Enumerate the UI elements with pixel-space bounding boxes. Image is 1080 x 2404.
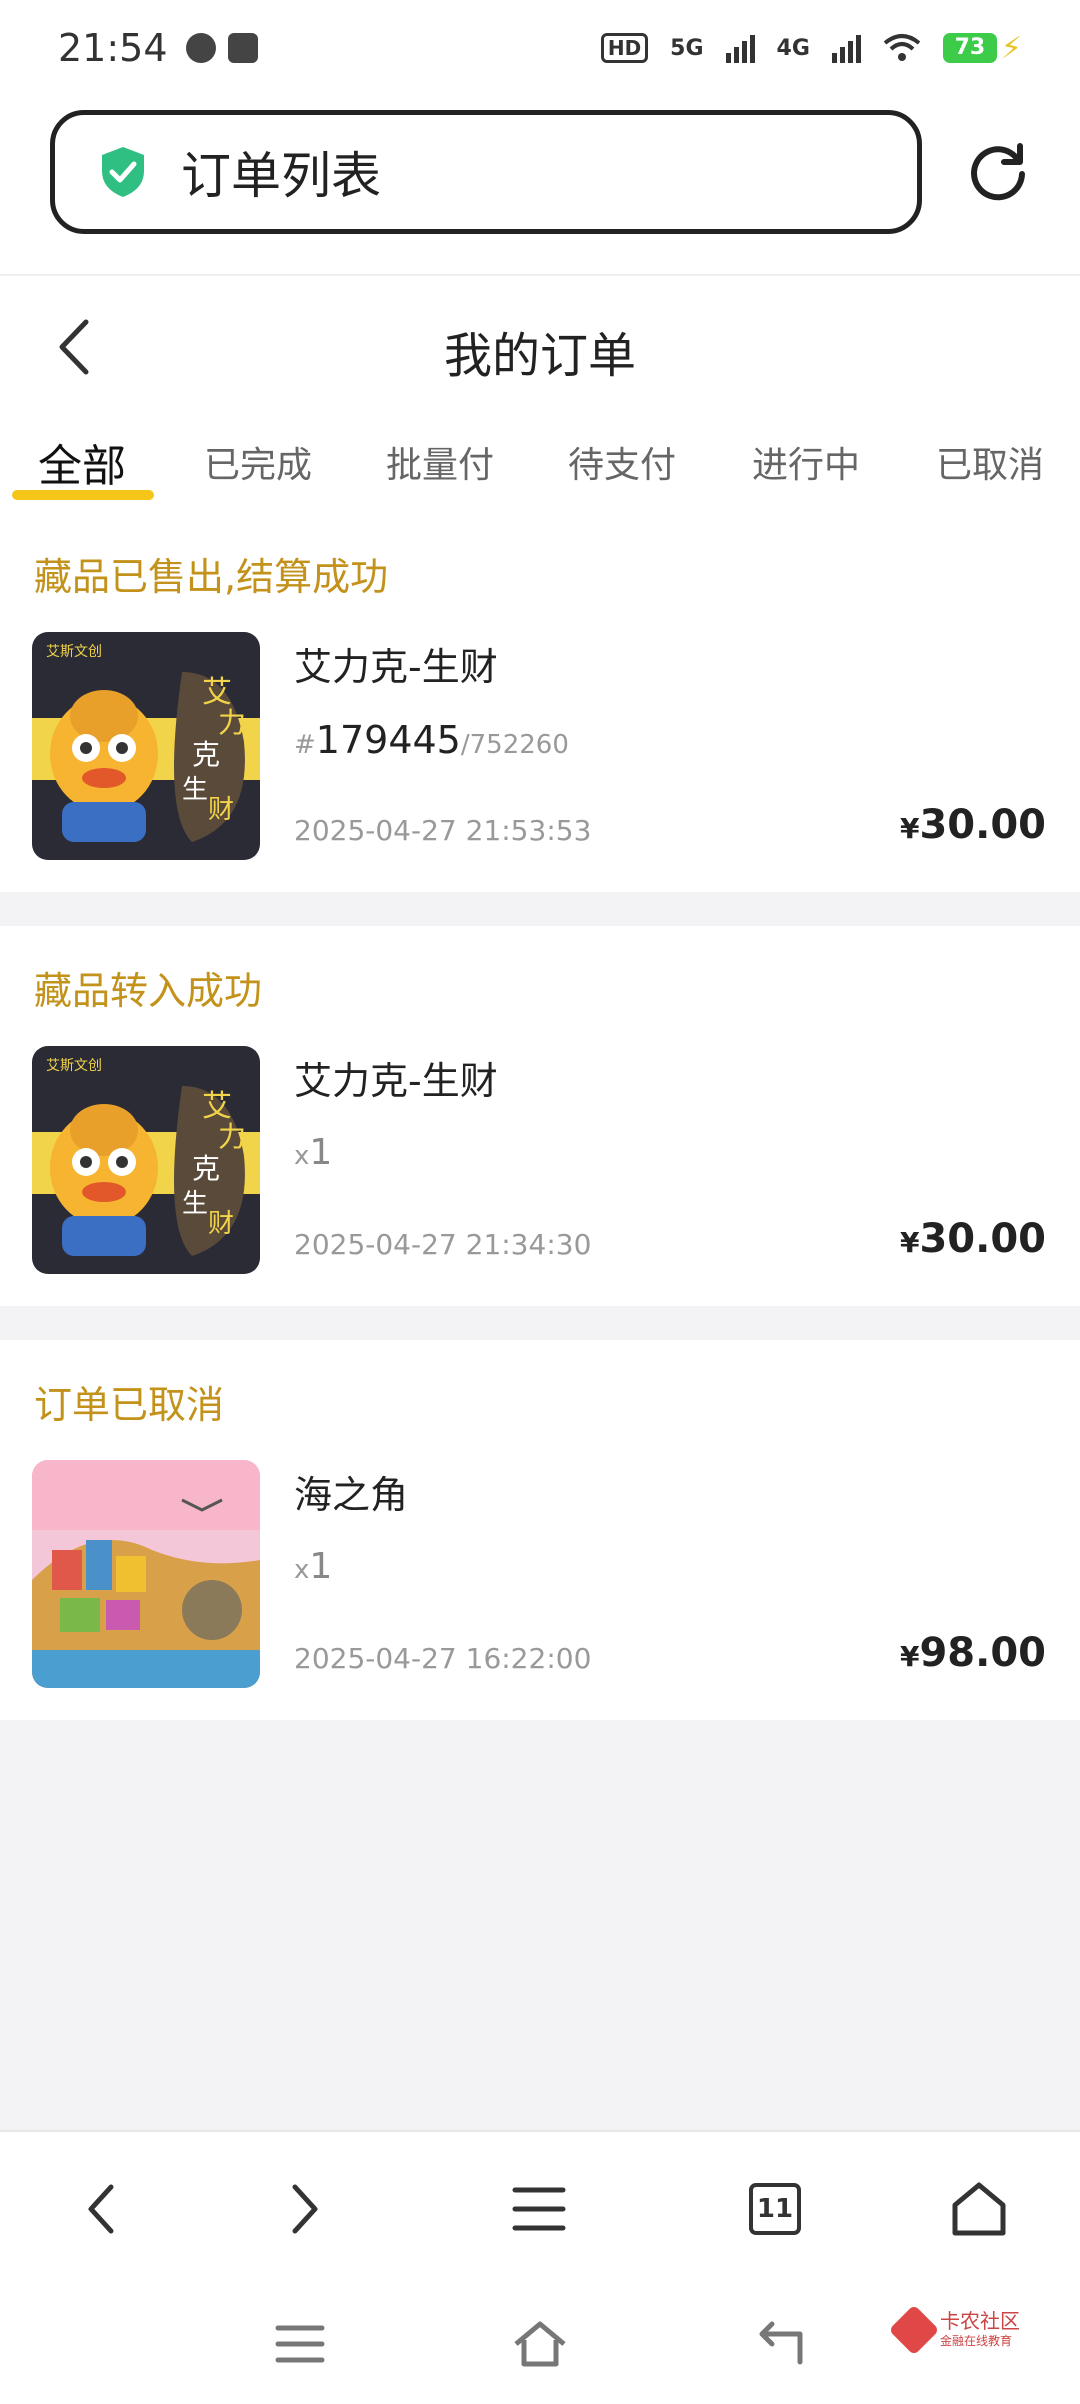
quantity-value: 1 [309,1546,333,1587]
currency-symbol: ¥ [899,1640,920,1673]
browser-back-button[interactable] [66,2174,136,2244]
chevron-left-icon [88,2184,114,2234]
quantity-prefix: x [294,1141,310,1171]
collectible-thumbnail: 艾斯文创 艾 力 克 生 财 [32,1046,260,1274]
charging-icon: ⚡ [1000,30,1022,66]
watermark-title: 卡农社区 [940,2309,1020,2333]
item-quantity: x1 [294,1546,332,1587]
battery-level: 73 [942,33,997,63]
hd-icon: HD [600,33,649,63]
order-tabs: 全部 已完成 批量付 待支付 进行中 已取消 [0,414,1080,512]
svg-text:生: 生 [182,775,208,805]
order-time: 2025-04-27 21:34:30 [294,1228,592,1261]
item-name: 海之角 [294,1473,409,1517]
svg-text:财: 财 [208,795,234,825]
order-card[interactable]: 订单已取消 海之角 x1 2025-04-27 16:22:00 ¥98.00 [0,1340,1080,1720]
address-bar: 订单列表 [0,96,1080,274]
svg-text:财: 财 [208,1209,234,1239]
tab-batch-pay[interactable]: 批量付 [386,436,494,488]
quantity-value: 1 [309,1132,333,1173]
page-header: 我的订单 [0,274,1080,414]
active-tab-indicator [12,490,154,500]
item-serial: #179445/752260 [294,718,569,762]
app-notification-icon [227,33,258,63]
svg-text:艾斯文创: 艾斯文创 [46,1058,102,1074]
order-list: 藏品已售出,结算成功 艾斯文创 艾 力 克 生 财 艾力克-生财 #179445… [0,512,1080,1754]
status-bar: 21:54 HD 5G 4G 73 ⚡ [0,0,1080,96]
order-status: 订单已取消 [34,1383,225,1427]
svg-text:克: 克 [192,738,220,771]
battery-icon: 73 ⚡ [942,30,1022,66]
svg-text:力: 力 [218,706,246,739]
order-status: 藏品已售出,结算成功 [34,555,389,599]
currency-symbol: ¥ [899,1226,920,1259]
shield-check-icon [102,147,144,197]
home-icon [952,2182,1006,2236]
net-4g-label: 4G [776,35,810,61]
recent-apps-icon[interactable] [270,2314,330,2374]
refresh-icon[interactable] [966,140,1030,204]
tab-pending-payment[interactable]: 待支付 [568,436,676,488]
watermark: 卡农社区 金融在线教育 [888,2304,1020,2355]
order-price: ¥98.00 [900,1630,1046,1676]
tab-cancelled[interactable]: 已取消 [936,436,1044,488]
tab-count: 11 [756,2194,794,2224]
tab-all[interactable]: 全部 [38,430,126,494]
collectible-thumbnail: 艾斯文创 艾 力 克 生 财 [32,632,260,860]
serial-number: 179445 [315,718,461,762]
svg-text:艾斯文创: 艾斯文创 [46,644,102,660]
signal-5g-icon [725,33,755,63]
currency-symbol: ¥ [899,812,920,845]
order-status: 藏品转入成功 [34,969,263,1013]
signal-4g-icon [831,33,861,63]
serial-prefix: # [294,730,316,760]
watermark-logo-icon [888,2304,940,2355]
net-5g-label: 5G [670,35,704,61]
order-card[interactable]: 藏品转入成功 艾斯文创 艾 力 克 生 财 艾力克-生财 x1 2025-04-… [0,926,1080,1306]
item-quantity: x1 [294,1132,332,1173]
back-nav-icon[interactable] [750,2314,810,2374]
svg-text:克: 克 [192,1152,220,1185]
quantity-prefix: x [294,1555,310,1585]
browser-menu-button[interactable] [504,2174,574,2244]
chevron-right-icon [292,2184,318,2234]
order-price: ¥30.00 [900,802,1046,848]
home-nav-icon[interactable] [510,2314,570,2374]
page-title: 我的订单 [443,328,636,384]
price-amount: 98.00 [919,1630,1046,1676]
price-amount: 30.00 [919,1216,1046,1262]
browser-toolbar: 11 [0,2130,1080,2280]
serial-total: /752260 [460,730,569,760]
svg-text:艾: 艾 [202,675,232,710]
tab-in-progress[interactable]: 进行中 [752,436,860,488]
item-name: 艾力克-生财 [294,1059,498,1103]
item-name: 艾力克-生财 [294,645,498,689]
collectible-thumbnail [32,1460,260,1688]
svg-text:力: 力 [218,1120,246,1153]
address-title: 订单列表 [181,147,381,205]
menu-icon [512,2187,566,2231]
price-amount: 30.00 [919,802,1046,848]
address-box[interactable]: 订单列表 [50,110,922,234]
svg-text:艾: 艾 [202,1089,232,1124]
order-time: 2025-04-27 21:53:53 [294,814,592,847]
status-time: 21:54 [58,26,168,70]
tab-completed[interactable]: 已完成 [204,436,312,488]
watermark-subtitle: 金融在线教育 [940,2334,1013,2348]
browser-home-button[interactable] [944,2174,1014,2244]
order-card[interactable]: 藏品已售出,结算成功 艾斯文创 艾 力 克 生 财 艾力克-生财 #179445… [0,512,1080,892]
browser-forward-button[interactable] [270,2174,340,2244]
message-icon [185,33,216,63]
browser-tabs-button[interactable]: 11 [740,2174,810,2244]
wifi-icon [883,34,921,61]
order-time: 2025-04-27 16:22:00 [294,1642,592,1675]
order-price: ¥30.00 [900,1216,1046,1262]
svg-text:生: 生 [182,1189,208,1219]
